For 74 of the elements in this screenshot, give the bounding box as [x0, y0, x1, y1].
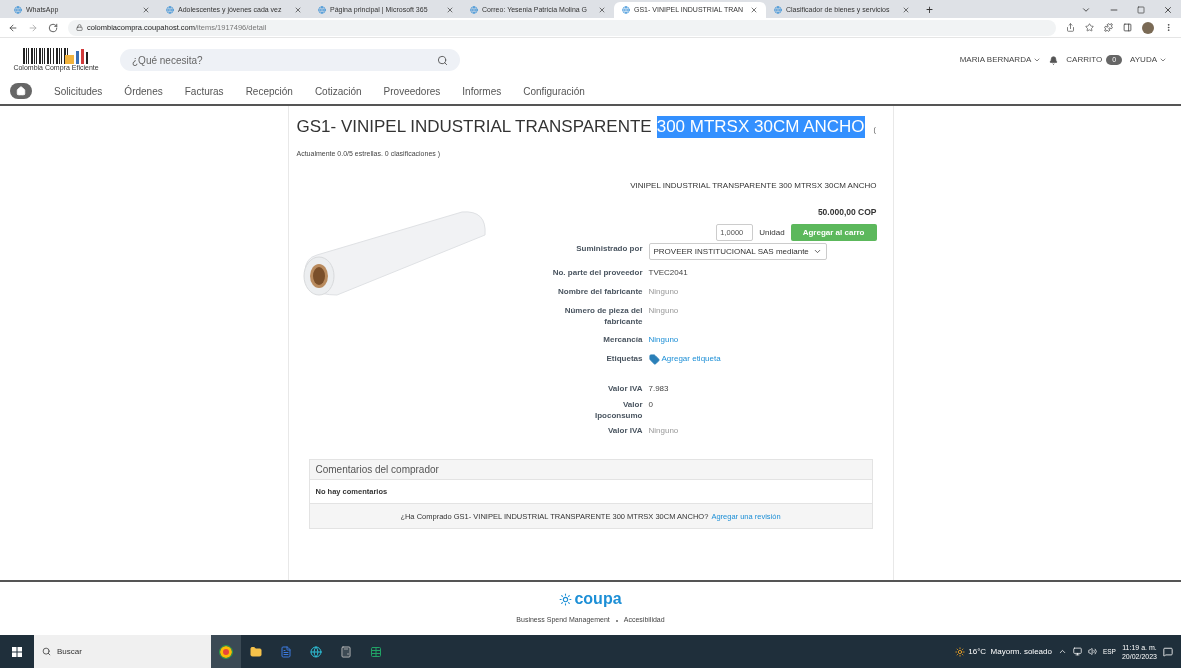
comments-header: Comentarios del comprador — [309, 460, 872, 481]
nav-item[interactable]: Cotización — [314, 83, 362, 99]
close-icon[interactable] — [750, 6, 758, 14]
new-tab-button[interactable]: + — [918, 2, 941, 18]
supplier-select[interactable]: PROVEER INSTITUCIONAL SAS mediante — [648, 243, 827, 261]
notifications-icon[interactable] — [1163, 646, 1173, 657]
back-icon[interactable] — [8, 22, 18, 33]
field-label: Mercancía — [602, 334, 643, 347]
field-label: Nombre del fabricante — [557, 286, 643, 299]
close-icon[interactable] — [294, 6, 302, 14]
home-button[interactable] — [10, 83, 32, 99]
search-icon[interactable] — [437, 54, 448, 66]
search-icon — [42, 647, 51, 656]
nav-item[interactable]: Recepción — [245, 83, 293, 99]
reload-icon[interactable] — [48, 22, 58, 33]
nav-item[interactable]: Facturas — [184, 83, 224, 99]
chevron-down-icon — [1159, 56, 1167, 64]
folder-taskbar-icon[interactable] — [250, 645, 262, 658]
product-price: 50.000,00 COP — [817, 205, 877, 219]
extensions-icon[interactable] — [1104, 23, 1113, 32]
coupa-logo: coupa — [559, 591, 622, 608]
nav-item[interactable]: Informes — [462, 83, 502, 99]
lock-icon — [76, 24, 83, 31]
side-panel-icon[interactable] — [1123, 23, 1132, 32]
user-menu[interactable]: MARIA BERNARDA — [959, 54, 1042, 66]
share-icon[interactable] — [1066, 23, 1075, 32]
field-label: Suministrado por — [575, 243, 643, 256]
selected-title-text: 300 MTRSX 30CM ANCHO — [656, 116, 865, 138]
bookmark-star-icon[interactable] — [1085, 23, 1094, 32]
field-label: Valor IVA — [606, 425, 643, 438]
taskbar-search-field[interactable]: Buscar — [34, 635, 211, 668]
tag-icon — [648, 353, 660, 365]
title-text: GS1- VINIPEL INDUSTRIAL TRANSPARENTE — [296, 116, 652, 138]
field-label: Valor IVA — [606, 383, 643, 396]
profile-avatar[interactable] — [1142, 21, 1154, 34]
field-value: Ninguno — [648, 286, 679, 299]
close-icon[interactable] — [142, 6, 150, 14]
chevron-up-icon[interactable] — [1057, 647, 1067, 656]
windows-logo-icon — [12, 646, 22, 657]
barcode-logo-icon — [23, 48, 89, 64]
field-value: 0 — [648, 399, 653, 412]
close-icon[interactable] — [446, 6, 454, 14]
close-icon[interactable] — [1163, 5, 1173, 15]
nav-item[interactable]: Configuración — [523, 83, 585, 99]
product-name: VINIPEL INDUSTRIAL TRANSPARENTE 300 MTRSX 30CM ANCHO — [630, 179, 877, 192]
field-value: Ninguno — [648, 305, 679, 318]
field-label: No. parte del proveedor — [551, 267, 643, 280]
field-label: Número de pieza del fabricante — [563, 305, 643, 328]
nav-item[interactable]: Órdenes — [124, 83, 163, 99]
field-value: Ninguno — [648, 425, 679, 438]
menu-icon[interactable] — [1164, 23, 1173, 32]
close-icon[interactable] — [902, 6, 910, 14]
unit-label: Unidad — [759, 226, 785, 239]
restore-icon[interactable] — [1137, 6, 1145, 14]
close-icon[interactable] — [598, 6, 606, 14]
nav-item[interactable]: Proveedores — [383, 83, 441, 99]
calculator-taskbar-icon[interactable] — [340, 645, 352, 658]
field-value: TVEC2041 — [648, 267, 688, 280]
chevron-down-icon — [1033, 56, 1042, 64]
tab-search-icon[interactable] — [1081, 5, 1091, 15]
add-tag-link[interactable]: Agregar etiqueta — [648, 353, 721, 366]
field-label: Valor Ipoconsumo — [593, 399, 643, 422]
cart-link[interactable]: CARRITO — [1066, 54, 1103, 66]
field-link[interactable]: Ninguno — [648, 334, 679, 347]
volume-icon[interactable] — [1087, 647, 1097, 656]
weather-widget[interactable]: 16°C Mayorm. soleado — [955, 645, 1052, 658]
bell-icon[interactable] — [1049, 55, 1059, 65]
search-field[interactable]: ¿Qué necesita? — [120, 49, 460, 71]
home-icon — [16, 86, 26, 96]
field-label: Etiquetas — [605, 353, 643, 366]
help-menu[interactable]: AYUDA — [1130, 54, 1167, 66]
weather-sun-icon — [955, 646, 966, 657]
field-value: 7.983 — [648, 383, 669, 396]
nav-item[interactable]: Solicitudes — [54, 83, 103, 99]
